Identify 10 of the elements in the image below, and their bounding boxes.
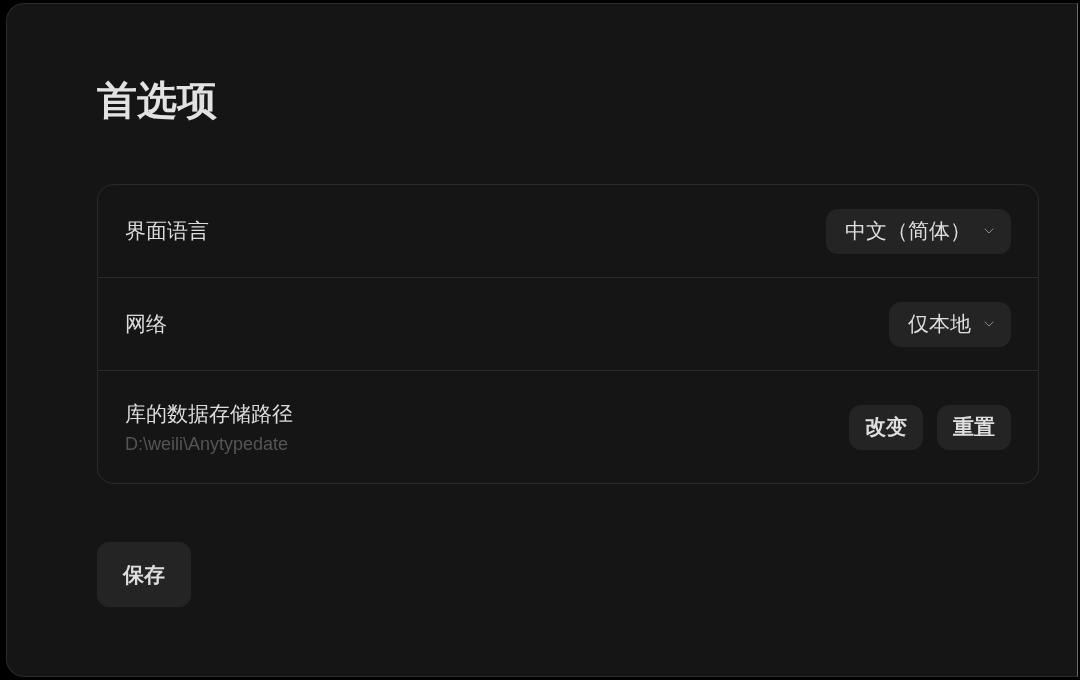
dropdown[interactable]: 仅本地 <box>889 301 1011 347</box>
setting-label: 库的数据存储路径 <box>125 400 293 427</box>
setting-label: 界面语言 <box>125 218 209 244</box>
action-button[interactable]: 重置 <box>937 404 1011 450</box>
dropdown[interactable]: 中文（简体） <box>826 208 1011 254</box>
path-text: D:\weili\Anytypedate <box>125 433 290 455</box>
setting-label: 网络 <box>125 311 167 337</box>
action-button[interactable]: 改变 <box>849 404 923 450</box>
page-title: 首选项 <box>97 77 217 124</box>
save-button[interactable]: 保存 <box>97 542 191 607</box>
